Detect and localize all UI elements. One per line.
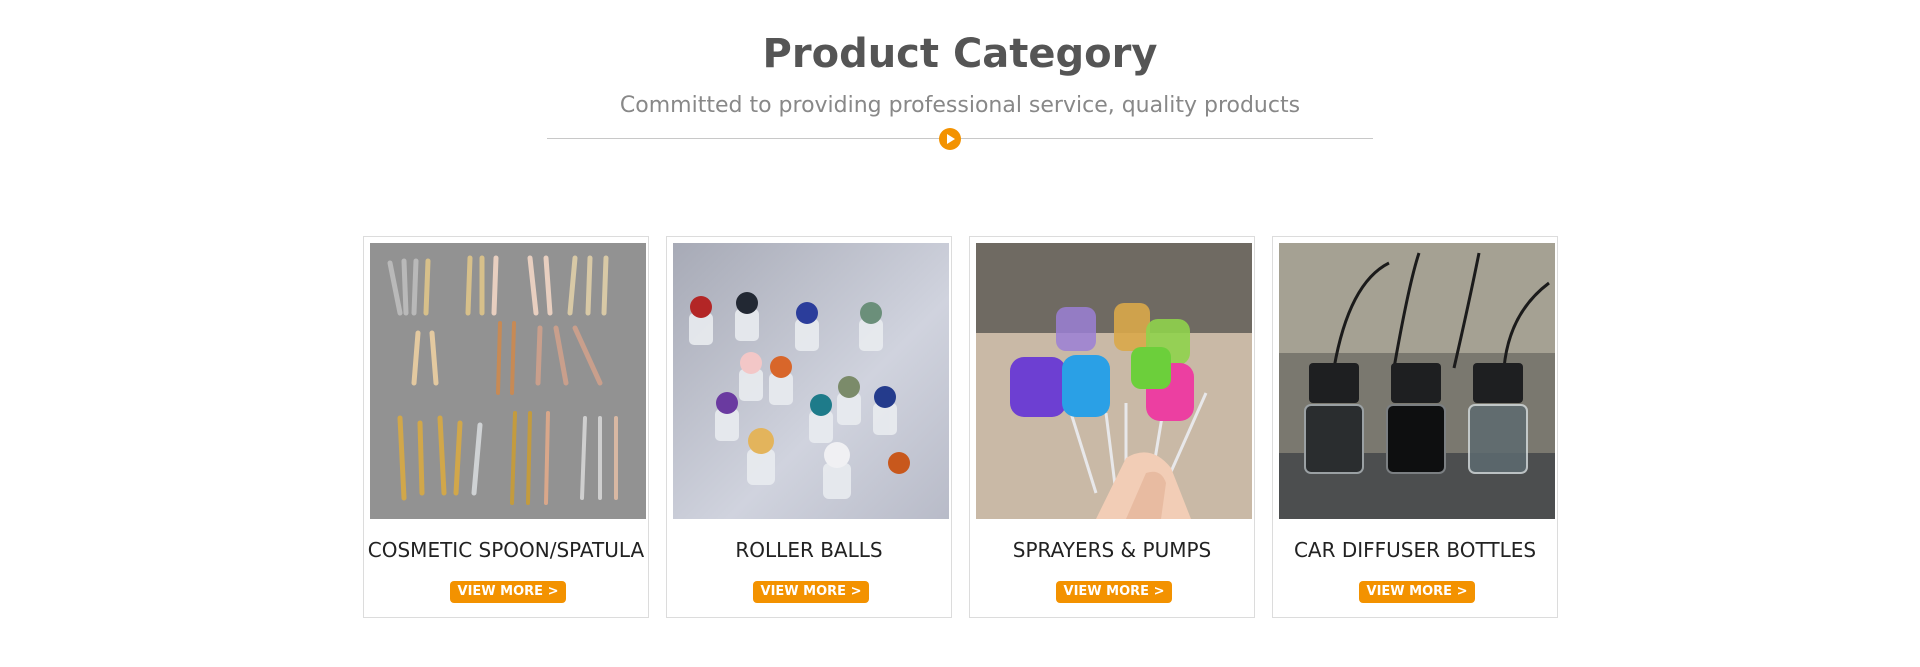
- product-card-roller-balls[interactable]: ROLLER BALLS VIEW MORE >: [666, 236, 952, 618]
- cosmetic-spoons-photo[interactable]: [370, 243, 646, 519]
- view-more-button[interactable]: VIEW MORE >: [753, 581, 869, 603]
- view-more-button[interactable]: VIEW MORE >: [1359, 581, 1475, 603]
- product-title[interactable]: COSMETIC SPOON/SPATULA: [364, 537, 648, 563]
- product-title[interactable]: ROLLER BALLS: [667, 537, 951, 563]
- section-subtitle: Committed to providing professional serv…: [619, 93, 1301, 118]
- product-card-car-diffuser[interactable]: CAR DIFFUSER BOTTLES VIEW MORE >: [1272, 236, 1558, 618]
- product-title[interactable]: CAR DIFFUSER BOTTLES: [1273, 537, 1557, 563]
- product-card-cosmetic-spoon[interactable]: COSMETIC SPOON/SPATULA VIEW MORE >: [363, 236, 649, 618]
- play-circle-icon: [939, 128, 961, 150]
- product-card-sprayers-pumps[interactable]: SPRAYERS & PUMPS VIEW MORE >: [969, 236, 1255, 618]
- product-title[interactable]: SPRAYERS & PUMPS: [970, 537, 1254, 563]
- sprayer-pumps-photo[interactable]: [976, 243, 1252, 519]
- view-more-button[interactable]: VIEW MORE >: [450, 581, 566, 603]
- section-title: Product Category: [762, 31, 1158, 77]
- roller-balls-photo[interactable]: [673, 243, 949, 519]
- view-more-button[interactable]: VIEW MORE >: [1056, 581, 1172, 603]
- car-diffuser-bottles-photo[interactable]: [1279, 243, 1555, 519]
